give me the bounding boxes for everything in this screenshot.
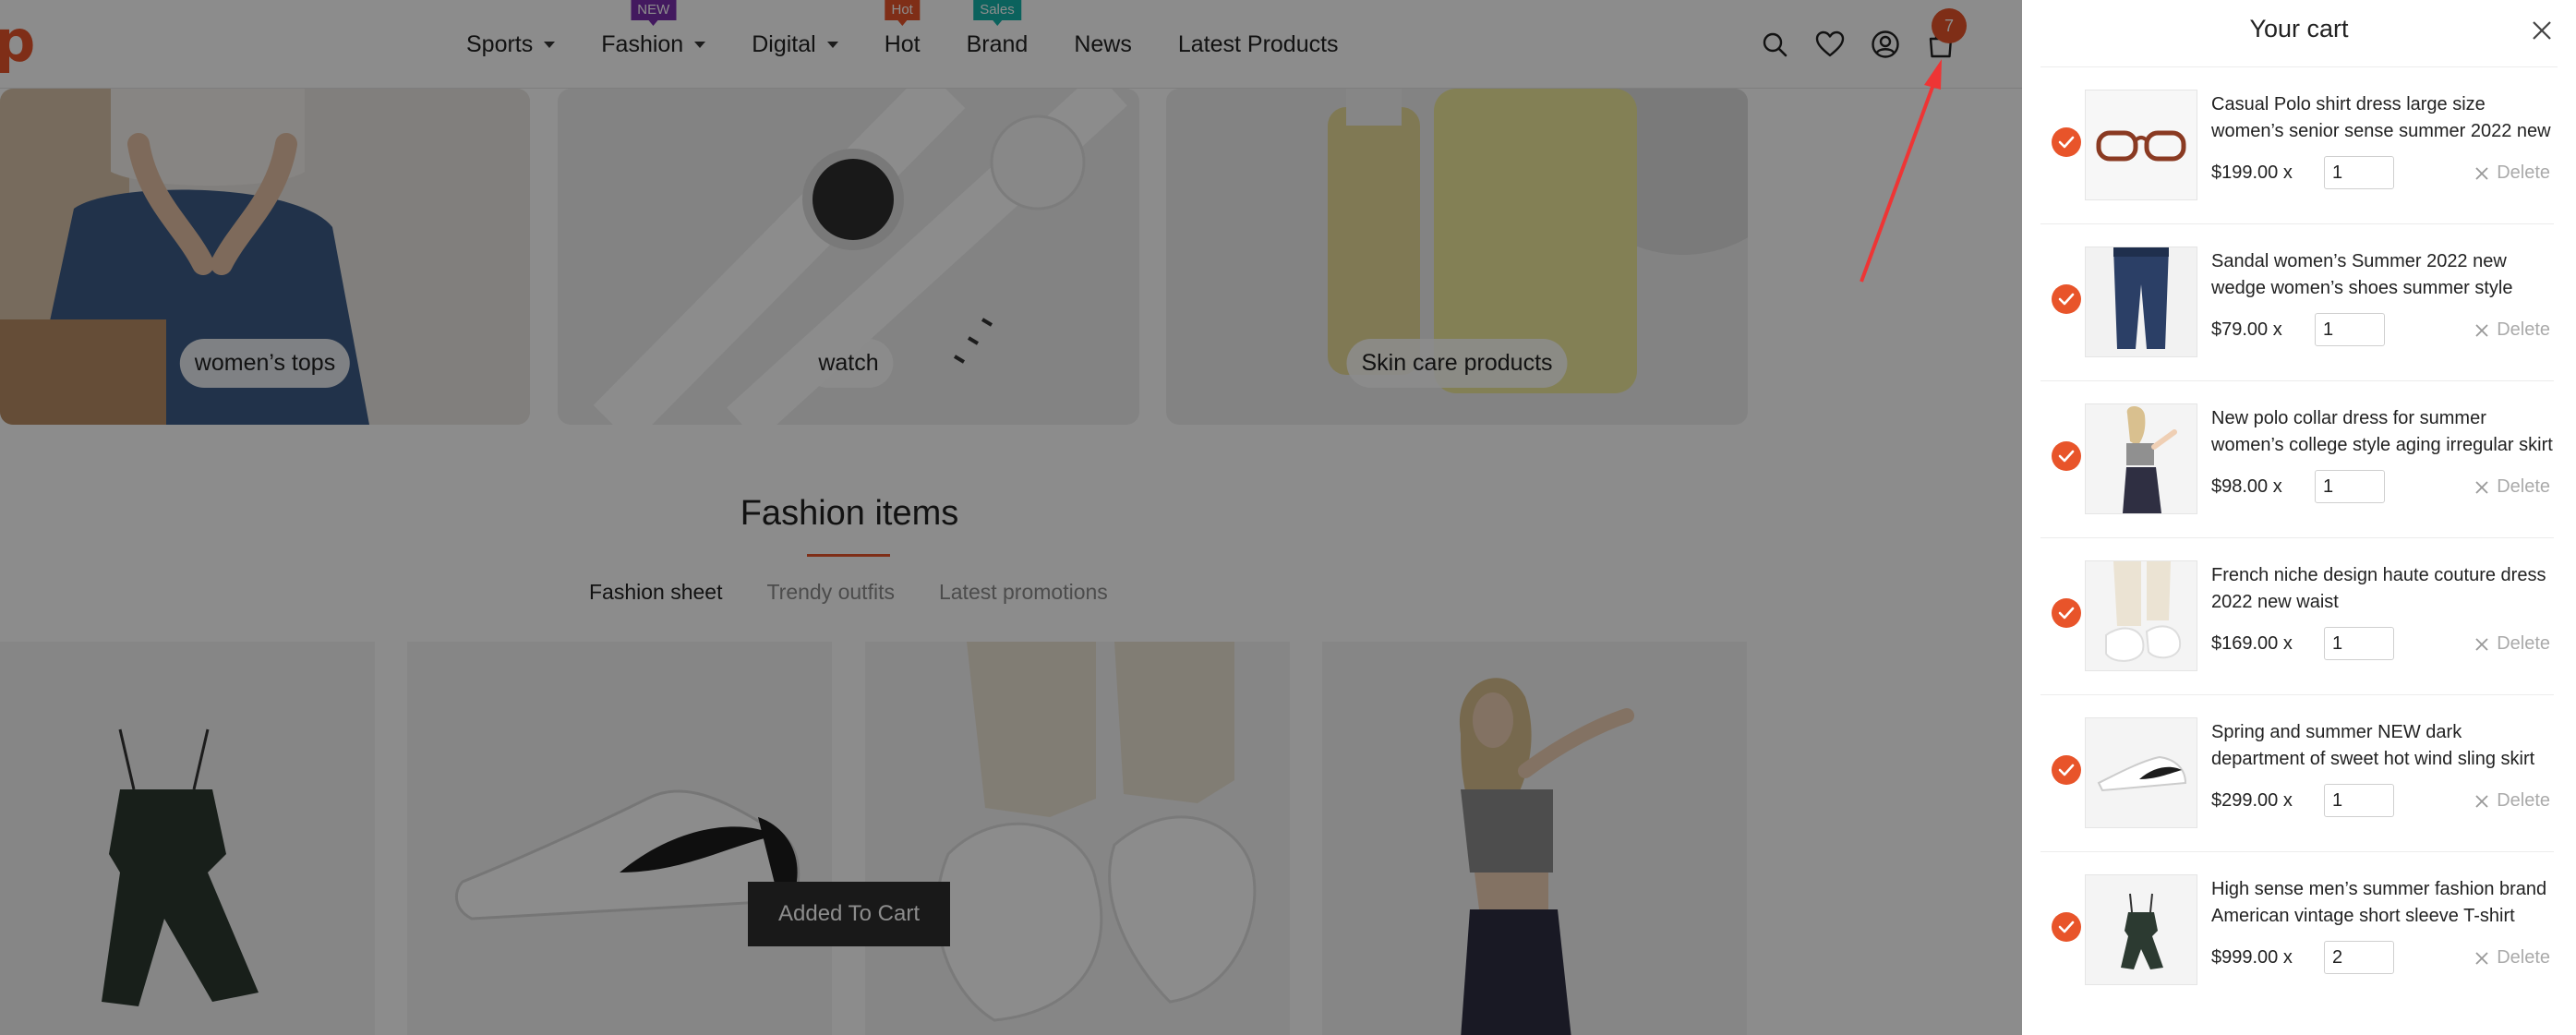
product-thumbnail[interactable]: [2085, 874, 2197, 985]
product-thumbnail[interactable]: [2085, 90, 2197, 200]
cart-item-name[interactable]: Casual Polo shirt dress large size women…: [2211, 91, 2555, 145]
cart-item-name[interactable]: New polo collar dress for summer women’s…: [2211, 405, 2555, 459]
cart-item: French niche design haute couture dress …: [2040, 538, 2554, 695]
delete-label: Delete: [2497, 162, 2550, 183]
cart-item-price: $199.00 x: [2211, 162, 2293, 184]
delete-button[interactable]: Delete: [2474, 476, 2550, 498]
price-value: $199.00: [2211, 162, 2279, 183]
price-value: $79.00: [2211, 319, 2269, 340]
product-thumbnail[interactable]: [2085, 403, 2197, 514]
times-sign: x: [2282, 947, 2293, 968]
checkmark-icon[interactable]: [2052, 127, 2081, 157]
times-sign: x: [2282, 790, 2293, 811]
checkmark-icon[interactable]: [2052, 441, 2081, 471]
cart-item-name[interactable]: Sandal women’s Summer 2022 new wedge wom…: [2211, 248, 2555, 302]
close-icon: [2475, 323, 2488, 337]
delete-button[interactable]: Delete: [2474, 947, 2550, 969]
cart-item-price: $169.00 x: [2211, 633, 2293, 655]
checkmark-icon[interactable]: [2052, 755, 2081, 785]
quantity-input[interactable]: [2324, 627, 2394, 660]
delete-label: Delete: [2497, 319, 2550, 340]
quantity-input[interactable]: [2324, 941, 2394, 974]
annotation-arrow-icon: [1860, 59, 1942, 283]
cart-item-name[interactable]: High sense men’s summer fashion brand Am…: [2211, 876, 2555, 930]
delete-button[interactable]: Delete: [2474, 633, 2550, 655]
times-sign: x: [2272, 319, 2282, 340]
cart-item: Spring and summer NEW dark department of…: [2040, 695, 2554, 852]
quantity-input[interactable]: [2315, 470, 2385, 503]
cart-item: Casual Polo shirt dress large size women…: [2040, 67, 2554, 224]
times-sign: x: [2272, 476, 2282, 497]
delete-label: Delete: [2497, 476, 2550, 497]
cart-item: High sense men’s summer fashion brand Am…: [2040, 852, 2554, 1009]
delete-label: Delete: [2497, 790, 2550, 811]
cart-item-price: $999.00 x: [2211, 947, 2293, 969]
cart-item-name[interactable]: French niche design haute couture dress …: [2211, 562, 2555, 616]
close-icon: [2475, 480, 2488, 494]
price-value: $98.00: [2211, 476, 2269, 497]
checkmark-icon[interactable]: [2052, 284, 2081, 314]
main-page: p Sports NEW Fashion Digital Hot Hot Sal…: [0, 0, 2022, 1035]
times-sign: x: [2282, 633, 2293, 654]
product-thumbnail[interactable]: [2085, 560, 2197, 671]
close-icon: [2475, 166, 2488, 180]
checkmark-icon[interactable]: [2052, 912, 2081, 942]
price-value: $299.00: [2211, 790, 2279, 811]
delete-label: Delete: [2497, 947, 2550, 968]
quantity-input[interactable]: [2315, 313, 2385, 346]
cart-item-price: $299.00 x: [2211, 790, 2293, 812]
price-value: $169.00: [2211, 633, 2279, 654]
cart-drawer: Your cart Casual Polo shirt dress large …: [2022, 0, 2576, 1035]
checkmark-icon[interactable]: [2052, 598, 2081, 628]
price-value: $999.00: [2211, 947, 2279, 968]
cart-item: Sandal women’s Summer 2022 new wedge wom…: [2040, 224, 2554, 381]
close-icon[interactable]: [2528, 17, 2556, 44]
close-icon: [2475, 794, 2488, 808]
delete-label: Delete: [2497, 633, 2550, 654]
delete-button[interactable]: Delete: [2474, 162, 2550, 184]
quantity-input[interactable]: [2324, 784, 2394, 817]
close-icon: [2475, 637, 2488, 651]
cart-item-price: $98.00 x: [2211, 476, 2282, 498]
cart-item-price: $79.00 x: [2211, 319, 2282, 341]
delete-button[interactable]: Delete: [2474, 319, 2550, 341]
product-thumbnail[interactable]: [2085, 717, 2197, 828]
cart-item-name[interactable]: Spring and summer NEW dark department of…: [2211, 719, 2555, 773]
quantity-input[interactable]: [2324, 156, 2394, 189]
cart-title: Your cart: [2249, 15, 2349, 42]
product-thumbnail[interactable]: [2085, 247, 2197, 357]
times-sign: x: [2282, 162, 2293, 183]
close-icon: [2475, 951, 2488, 965]
delete-button[interactable]: Delete: [2474, 790, 2550, 812]
cart-item: New polo collar dress for summer women’s…: [2040, 381, 2554, 538]
